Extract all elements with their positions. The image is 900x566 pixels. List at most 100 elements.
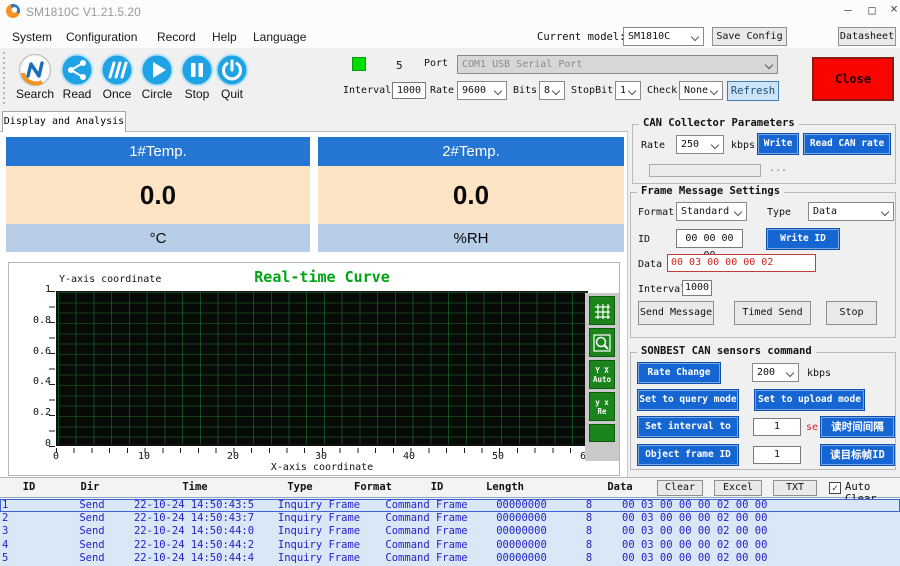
cell-id: 3 (0, 525, 60, 538)
window-close-button[interactable]: × (884, 3, 900, 18)
clear-button[interactable]: Clear (657, 480, 703, 496)
table-row[interactable]: 5Send22-10-24 14:50:44:4Inquiry FrameCom… (0, 552, 900, 565)
menu-item-record[interactable]: Record (157, 30, 196, 44)
stop-send-button[interactable]: Stop (826, 301, 877, 325)
circle-label: Circle (142, 87, 173, 101)
menu-item-configuration[interactable]: Configuration (66, 30, 137, 44)
menu-item-help[interactable]: Help (212, 30, 237, 44)
cell-format: Command Frame (374, 512, 479, 525)
cell-data: 00 03 00 00 00 02 00 00 (614, 552, 900, 565)
pan-tool-button[interactable] (589, 424, 615, 442)
cell-dir: Send (60, 539, 124, 552)
upload-mode-button[interactable]: Set to upload mode (755, 390, 864, 410)
frame-data-input[interactable]: 00 03 00 00 00 02 (667, 254, 816, 272)
sonbest-interval-input[interactable]: 1 (753, 418, 801, 436)
type-label: Type (767, 207, 791, 218)
frame-interval-input[interactable]: 1000 (682, 280, 712, 296)
timed-send-button[interactable]: Timed Send (734, 301, 811, 325)
query-mode-button[interactable]: Set to query mode (638, 390, 738, 410)
excel-button[interactable]: Excel (714, 480, 762, 496)
search-button[interactable]: Search (13, 53, 57, 101)
save-config-button[interactable]: Save Config (712, 27, 787, 46)
sonbest-rate-select[interactable]: 200 (752, 363, 799, 382)
write-can-rate-button[interactable]: Write (758, 134, 798, 154)
auto-clear-checkbox[interactable]: ✓ (829, 482, 841, 494)
x-tick-label: 50 (483, 451, 513, 462)
read-button[interactable]: Read (55, 53, 99, 101)
search-label: Search (16, 87, 54, 101)
maximize-button[interactable]: □ (862, 3, 882, 18)
log-header: ID Dir Time Type Format ID Length Data C… (0, 477, 900, 498)
reset-scale-button[interactable]: y x Re (589, 392, 615, 421)
baud-rate-select[interactable]: 9600 (457, 81, 507, 100)
bits-select[interactable]: 8 (539, 81, 565, 100)
txt-button[interactable]: TXT (773, 480, 817, 496)
read-interval-button[interactable]: 读时间间隔 (821, 417, 894, 437)
x-tick-label: 0 (41, 451, 71, 462)
table-row[interactable]: 1Send22-10-24 14:50:43:5Inquiry FrameCom… (0, 499, 900, 512)
play-icon (140, 53, 174, 87)
stop-label: Stop (185, 87, 210, 101)
port-select[interactable]: COM1 USB Serial Port (457, 55, 778, 74)
cell-id2: 00000000 (479, 499, 564, 512)
current-model-label: Current model: (537, 31, 626, 43)
current-model-select[interactable]: SM1810C (623, 27, 704, 46)
table-row[interactable]: 2Send22-10-24 14:50:43:7Inquiry FrameCom… (0, 512, 900, 525)
gauge-2: 2#Temp. 0.0 %RH (318, 137, 624, 252)
toolbar-grip[interactable] (3, 52, 5, 104)
format-select[interactable]: Standard (676, 202, 747, 221)
cell-id: 5 (0, 552, 60, 565)
menu-item-language[interactable]: Language (253, 30, 306, 44)
cell-format: Command Frame (374, 539, 479, 552)
zoom-tool-button[interactable] (589, 328, 615, 357)
refresh-button[interactable]: Refresh (727, 81, 779, 101)
status-indicator (352, 57, 366, 71)
object-frame-button[interactable]: Object frame ID (638, 445, 738, 465)
check-select[interactable]: None (679, 81, 723, 100)
cell-length: 8 (564, 512, 614, 525)
send-message-button[interactable]: Send Message (638, 301, 714, 325)
minimize-button[interactable]: — (838, 3, 858, 18)
read-can-rate-button[interactable]: Read CAN rate (804, 134, 890, 154)
circle-button[interactable]: Circle (135, 53, 179, 101)
write-id-button[interactable]: Write ID (767, 229, 839, 249)
cell-id: 4 (0, 539, 60, 552)
once-button[interactable]: Once (95, 53, 139, 101)
auto-scale-button[interactable]: Y X Auto (589, 360, 615, 389)
cell-type: Inquiry Frame (264, 512, 374, 525)
cell-format: Command Frame (374, 499, 479, 512)
interval-input[interactable]: 1000 (392, 82, 426, 99)
sec-label: se (806, 422, 818, 433)
table-row[interactable]: 3Send22-10-24 14:50:44:0Inquiry FrameCom… (0, 525, 900, 538)
plot-area (56, 291, 588, 446)
frame-data-label: Data (638, 259, 662, 270)
can-params-group: CAN Collector Parameters Rate 250 kbps W… (632, 124, 896, 184)
stopbit-label: StopBit (571, 85, 613, 96)
can-rate-select[interactable]: 250 (676, 135, 724, 154)
quit-button[interactable]: Quit (210, 53, 254, 101)
x-axis-label: X-axis coordinate (56, 462, 588, 473)
frame-id-input[interactable]: 00 00 00 00 (676, 229, 743, 248)
cell-id2: 00000000 (479, 525, 564, 538)
datasheet-button[interactable]: Datasheet (838, 27, 896, 46)
read-frame-button[interactable]: 读目标帧ID (821, 445, 894, 465)
stopbit-select[interactable]: 1 (615, 81, 641, 100)
type-select[interactable]: Data (808, 202, 894, 221)
rate-change-button[interactable]: Rate Change (638, 363, 720, 383)
object-frame-input[interactable]: 1 (753, 446, 801, 464)
gauge-1-title: 1#Temp. (6, 137, 310, 166)
log-col-format: Format (348, 481, 398, 493)
cell-type: Inquiry Frame (264, 525, 374, 538)
close-serial-button[interactable]: Close (812, 57, 894, 101)
y-tick-label: 0.2 (23, 407, 51, 418)
y-tick-label: 0.6 (23, 346, 51, 357)
grid-tool-button[interactable] (589, 296, 615, 325)
once-label: Once (103, 87, 132, 101)
set-interval-button[interactable]: Set interval to (638, 417, 738, 437)
y-tick-label: 0.4 (23, 376, 51, 387)
tab-display-analysis[interactable]: Display and Analysis (2, 111, 126, 132)
search-icon (18, 53, 52, 87)
reset-scale-line1: y x (595, 398, 609, 407)
menu-item-system[interactable]: System (12, 30, 52, 44)
table-row[interactable]: 4Send22-10-24 14:50:44:2Inquiry FrameCom… (0, 539, 900, 552)
